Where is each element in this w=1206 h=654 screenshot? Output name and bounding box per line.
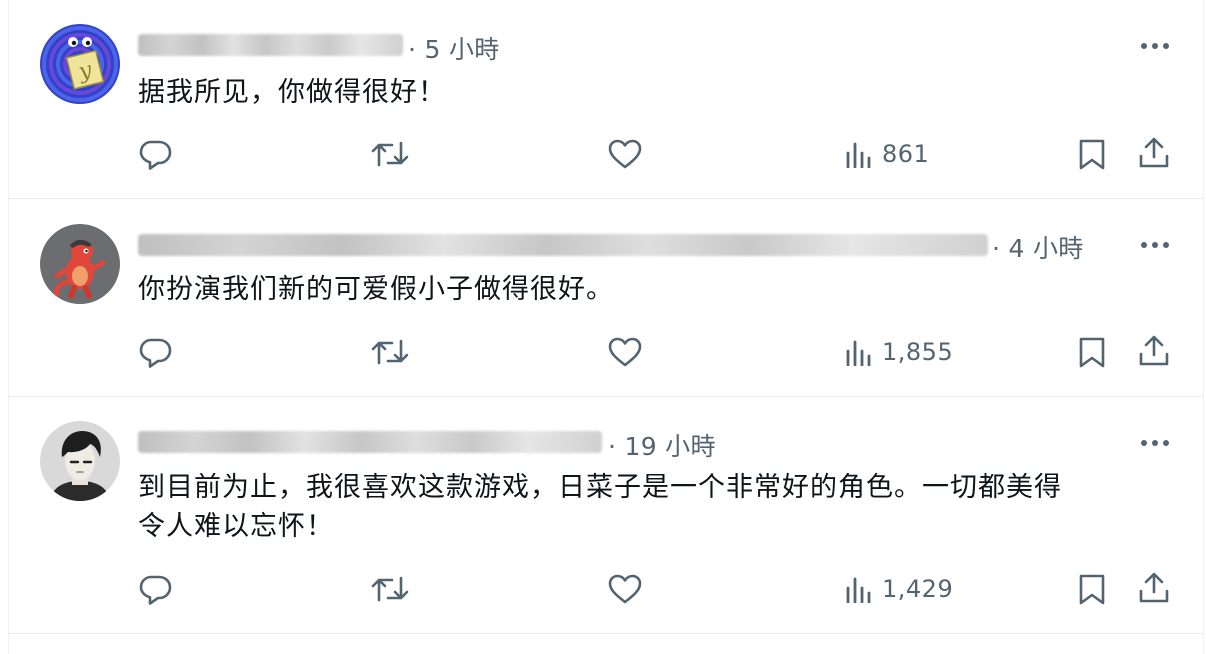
divider [8,633,1204,634]
bookmark-icon [1079,337,1105,368]
views-button[interactable]: 1,855 [846,338,953,366]
more-button[interactable] [1138,433,1172,453]
views-icon [846,340,871,366]
like-icon [608,574,642,604]
reply-item[interactable]: · 4 小時 你扮演我们新的可爱假小子做得很好。 1,855 [0,199,1206,396]
avatar[interactable] [40,421,120,501]
bookmark-button[interactable] [1078,573,1106,605]
reply-text-line: 据我所见，你做得很好！ [138,77,446,108]
red-dinosaur-avatar-icon [40,224,120,304]
share-icon [1139,572,1169,603]
sticky-note-avatar-icon: y [40,24,120,104]
timestamp[interactable]: · 4 小時 [992,229,1084,265]
reply-button[interactable] [138,336,172,368]
reply-text: 你扮演我们新的可爱假小子做得很好。 [138,270,614,309]
like-button[interactable] [608,337,642,367]
reply-icon [139,575,172,605]
more-icon [1141,43,1169,49]
repost-icon [371,576,409,602]
repost-button[interactable] [371,337,409,367]
more-icon [1141,242,1169,248]
repost-icon [371,141,409,167]
bookmark-button[interactable] [1078,336,1106,368]
share-button[interactable] [1138,137,1170,169]
reply-text-line: 你扮演我们新的可爱假小子做得很好。 [138,274,614,305]
views-button[interactable]: 861 [846,140,929,168]
like-icon [608,337,642,367]
reply-button[interactable] [138,138,172,170]
reply-item[interactable]: · 19 小時 到目前为止，我很喜欢这款游戏，日菜子是一个非常好的角色。一切都美… [0,397,1206,633]
more-icon [1141,440,1169,446]
like-button[interactable] [608,139,642,169]
more-button[interactable] [1138,36,1172,56]
bookmark-button[interactable] [1078,138,1106,170]
reply-text: 到目前为止，我很喜欢这款游戏，日菜子是一个非常好的角色。一切都美得 令人难以忘怀… [138,468,1062,546]
author-name-redacted[interactable] [138,431,602,453]
repost-button[interactable] [371,139,409,169]
reply-icon [139,140,172,170]
author-name-redacted[interactable] [138,34,403,56]
timestamp[interactable]: · 19 小時 [608,427,716,463]
avatar[interactable] [40,224,120,304]
reply-text: 据我所见，你做得很好！ [138,73,446,112]
repost-button[interactable] [371,574,409,604]
bookmark-icon [1079,574,1105,605]
views-count: 1,855 [882,338,954,366]
share-button[interactable] [1138,572,1170,604]
views-count: 861 [882,140,930,168]
reply-feed: y · 5 小時 据我所见，你做得很好！ 861 · 4 小時 你扮演我们新的可… [0,0,1206,654]
share-icon [1139,137,1169,168]
views-icon [846,142,871,168]
reply-text-line: 令人难以忘怀！ [138,511,334,542]
reply-item[interactable]: y · 5 小時 据我所见，你做得很好！ 861 [0,0,1206,198]
views-icon [846,577,871,603]
share-icon [1139,335,1169,366]
like-button[interactable] [608,574,642,604]
anime-portrait-avatar-icon [40,421,120,501]
repost-icon [371,339,409,365]
reply-icon [139,338,172,368]
timestamp[interactable]: · 5 小時 [408,30,500,66]
more-button[interactable] [1138,235,1172,255]
views-count: 1,429 [882,575,954,603]
author-name-redacted[interactable] [138,234,988,256]
views-button[interactable]: 1,429 [846,575,953,603]
reply-button[interactable] [138,573,172,605]
bookmark-icon [1079,139,1105,170]
reply-text-line: 到目前为止，我很喜欢这款游戏，日菜子是一个非常好的角色。一切都美得 [138,472,1062,503]
share-button[interactable] [1138,335,1170,367]
like-icon [608,139,642,169]
avatar[interactable]: y [40,24,120,104]
